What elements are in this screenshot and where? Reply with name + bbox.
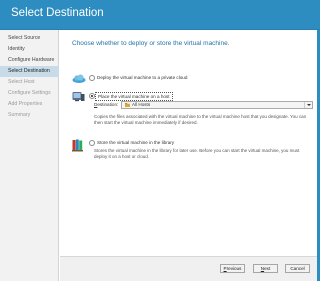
store-in-library-label[interactable]: Store the virtual machine in the library	[97, 139, 174, 146]
main-panel: Choose whether to deploy or store the vi…	[60, 30, 317, 281]
destination-label: Destination:	[94, 102, 119, 107]
server-icon	[72, 92, 85, 102]
cloud-icon	[72, 74, 86, 83]
title-bar: Select Destination	[0, 0, 320, 30]
sidebar-item-summary: Summary	[8, 112, 31, 118]
private-cloud-radio[interactable]	[89, 75, 95, 81]
sidebar-item-identity[interactable]: Identity	[0, 44, 59, 55]
sidebar-item-select-source[interactable]: Select Source	[0, 33, 59, 44]
previous-button[interactable]: Previous	[220, 264, 245, 273]
sidebar-item-add-properties: Add Properties	[8, 101, 43, 107]
sidebar-item-configure-hardware[interactable]: Configure Hardware	[0, 55, 59, 66]
hosts-folder-icon	[125, 103, 130, 107]
store-in-library-radio[interactable]	[89, 140, 95, 146]
cancel-button[interactable]: Cancel	[285, 264, 310, 273]
page-heading: Choose whether to deploy or store the vi…	[72, 40, 230, 47]
wizard-sidebar: Select Source Identity Configure Hardwar…	[0, 30, 59, 281]
sidebar-item-configure-settings: Configure Settings	[8, 90, 51, 96]
store-in-library-description-line2: deploy it on a host or cloud.	[94, 154, 150, 159]
library-icon	[72, 139, 83, 152]
sidebar-item-select-host: Select Host	[8, 79, 35, 85]
destination-select[interactable]: All Hosts	[121, 101, 313, 109]
wizard-footer: Previous Next Cancel	[60, 257, 317, 281]
sidebar-item-select-destination[interactable]: Select Destination	[0, 66, 59, 77]
private-cloud-label[interactable]: Deploy the virtual machine to a private …	[97, 74, 187, 81]
window-title: Select Destination	[11, 7, 104, 19]
chevron-down-icon[interactable]	[304, 102, 312, 108]
place-on-host-description-line2: then start the virtual machine immediate…	[94, 120, 198, 125]
next-button[interactable]: Next	[253, 264, 278, 273]
destination-value: All Hosts	[132, 102, 151, 107]
place-on-host-label[interactable]: Place the virtual machine on a host	[95, 92, 173, 101]
